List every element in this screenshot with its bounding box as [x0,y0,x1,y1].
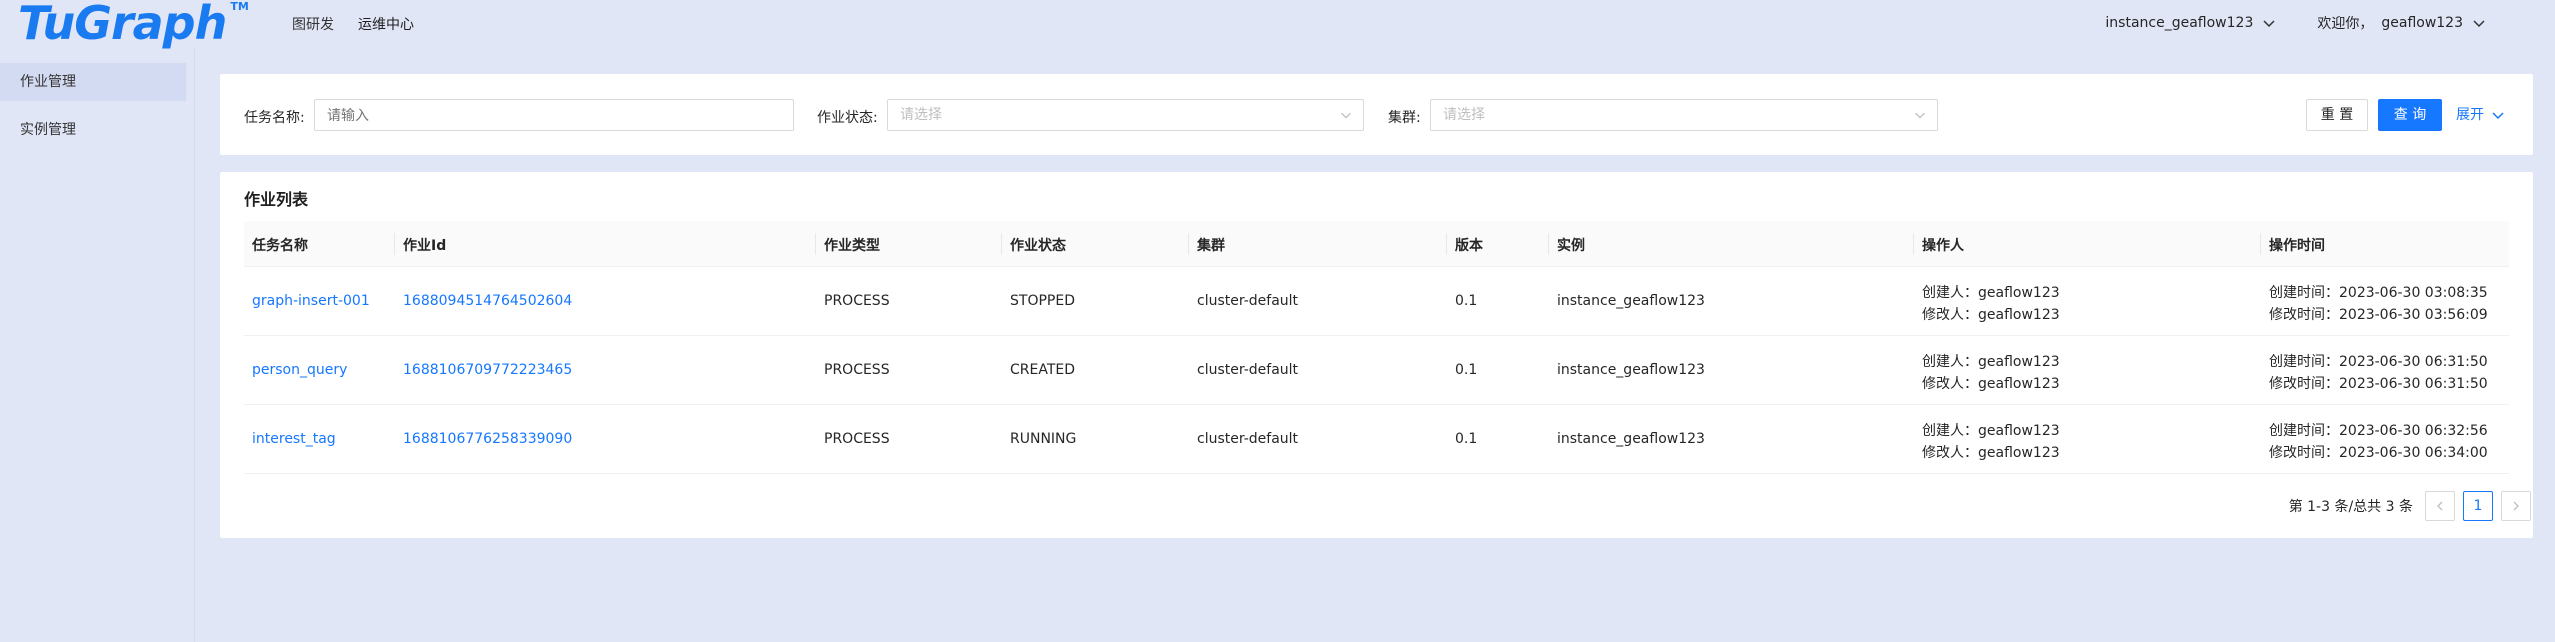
job-status-select[interactable]: 请选择 [887,99,1364,131]
instance-name: instance_geaflow123 [2105,15,2254,31]
job-id-link[interactable]: 1688106709772223465 [403,362,572,378]
sidebar-item-job-management[interactable]: 作业管理 [0,63,186,101]
col-instance: 实例 [1557,238,1585,254]
col-job-type: 作业类型 [824,238,880,254]
cluster-name: cluster-default [1197,362,1299,378]
job-status-label: 作业状态: [817,110,878,126]
job-status: CREATED [1010,362,1076,378]
pagination: 第 1-3 条/总共 3 条 1 [2289,491,2531,521]
job-id-link[interactable]: 1688106776258339090 [403,431,572,447]
user-menu[interactable]: 欢迎你， geaflow123 [2317,13,2487,33]
pagination-total: 第 1-3 条/总共 3 条 [2288,499,2413,515]
modifier: 修改人：geaflow123 [1922,307,2060,323]
cluster-label: 集群: [1388,110,1421,126]
modified-time: 修改时间：2023-06-30 03:56:09 [2269,307,2488,323]
tugraph-logo[interactable]: TuGraph TM [18,0,249,48]
chevron-down-icon [2473,20,2485,28]
col-job-status: 作业状态 [1010,238,1066,254]
job-type: PROCESS [824,293,890,309]
reset-button[interactable]: 重 置 [2306,99,2368,131]
modified-time: 修改时间：2023-06-30 06:31:50 [2269,376,2488,392]
creator: 创建人：geaflow123 [1922,285,2060,301]
column-divider [394,233,395,255]
modifier: 修改人：geaflow123 [1922,376,2060,392]
nav-graph-dev[interactable]: 图研发 [292,14,334,34]
cluster-name: cluster-default [1197,293,1299,309]
task-name-label: 任务名称: [244,110,305,126]
column-divider [1001,233,1002,255]
task-name-link[interactable]: graph-insert-001 [252,293,370,309]
job-type: PROCESS [824,362,890,378]
chevron-down-icon [1915,112,1925,119]
col-task-name: 任务名称 [252,238,308,254]
version: 0.1 [1455,293,1478,309]
creator: 创建人：geaflow123 [1922,354,2060,370]
instance-name: instance_geaflow123 [1557,362,1705,378]
modified-time: 修改时间：2023-06-30 06:34:00 [2269,445,2488,461]
filter-panel: 任务名称: 作业状态: 请选择 集群: 请选择 重 置 查 询 展开 [220,74,2533,155]
chevron-down-icon [2263,20,2275,28]
cluster-placeholder: 请选择 [1443,107,1485,123]
column-divider [1913,233,1914,255]
column-divider [1446,233,1447,255]
list-title: 作业列表 [244,190,309,209]
job-list-panel: 作业列表 任务名称 作业Id 作业类型 作业状态 集群 版本 实例 操作人 操作… [220,172,2533,538]
task-name-input[interactable] [314,99,794,131]
created-time: 创建时间：2023-06-30 03:08:35 [2269,285,2488,301]
task-name-link[interactable]: interest_tag [252,431,336,447]
version: 0.1 [1455,431,1478,447]
column-divider [2260,233,2261,255]
chevron-down-icon [1341,112,1351,119]
col-version: 版本 [1455,238,1483,254]
job-status: RUNNING [1010,431,1077,447]
instance-name: instance_geaflow123 [1557,293,1705,309]
table-header: 任务名称 作业Id 作业类型 作业状态 集群 版本 实例 操作人 操作时间 [244,221,2509,267]
column-divider [1548,233,1549,255]
sidebar-item-instance-management[interactable]: 实例管理 [0,111,186,149]
expand-label: 展开 [2456,107,2484,123]
cluster-name: cluster-default [1197,431,1299,447]
top-nav: 图研发 运维中心 [292,14,414,34]
chevron-down-icon [2492,112,2504,120]
instance-name: instance_geaflow123 [1557,431,1705,447]
job-id-link[interactable]: 1688094514764502604 [403,293,572,309]
column-divider [815,233,816,255]
expand-button[interactable]: 展开 [2456,99,2506,131]
next-page-button[interactable] [2501,491,2531,521]
instance-selector[interactable]: instance_geaflow123 [2105,15,2277,31]
column-divider [1188,233,1189,255]
job-status: STOPPED [1010,293,1075,309]
job-status-placeholder: 请选择 [900,107,942,123]
col-operator: 操作人 [1922,238,1964,254]
version: 0.1 [1455,362,1478,378]
search-button[interactable]: 查 询 [2378,99,2442,131]
col-cluster: 集群 [1197,238,1225,254]
page-1-button[interactable]: 1 [2463,491,2493,521]
logo-trademark: TM [230,0,249,13]
sidebar: 作业管理 实例管理 [0,48,195,642]
top-header: TuGraph TM 图研发 运维中心 instance_geaflow123 … [0,0,2555,48]
created-time: 创建时间：2023-06-30 06:32:56 [2269,423,2488,439]
job-type: PROCESS [824,431,890,447]
created-time: 创建时间：2023-06-30 06:31:50 [2269,354,2488,370]
job-table: 任务名称 作业Id 作业类型 作业状态 集群 版本 实例 操作人 操作时间 gr… [244,221,2509,474]
header-right: instance_geaflow123 欢迎你， geaflow123 [2105,13,2487,33]
table-row: interest_tag 1688106776258339090 PROCESS… [244,405,2509,474]
nav-ops-center[interactable]: 运维中心 [358,14,414,34]
col-operation-time: 操作时间 [2269,238,2325,254]
logo-text: TuGraph [18,0,227,50]
table-row: graph-insert-001 1688094514764502604 PRO… [244,267,2509,336]
chevron-left-icon [2437,501,2443,511]
welcome-text: 欢迎你， [2317,16,2374,32]
user-name: geaflow123 [2381,15,2463,31]
modifier: 修改人：geaflow123 [1922,445,2060,461]
task-name-link[interactable]: person_query [252,362,347,378]
creator: 创建人：geaflow123 [1922,423,2060,439]
table-row: person_query 1688106709772223465 PROCESS… [244,336,2509,405]
col-job-id: 作业Id [403,238,447,254]
prev-page-button[interactable] [2425,491,2455,521]
cluster-select[interactable]: 请选择 [1430,99,1938,131]
chevron-right-icon [2513,501,2519,511]
